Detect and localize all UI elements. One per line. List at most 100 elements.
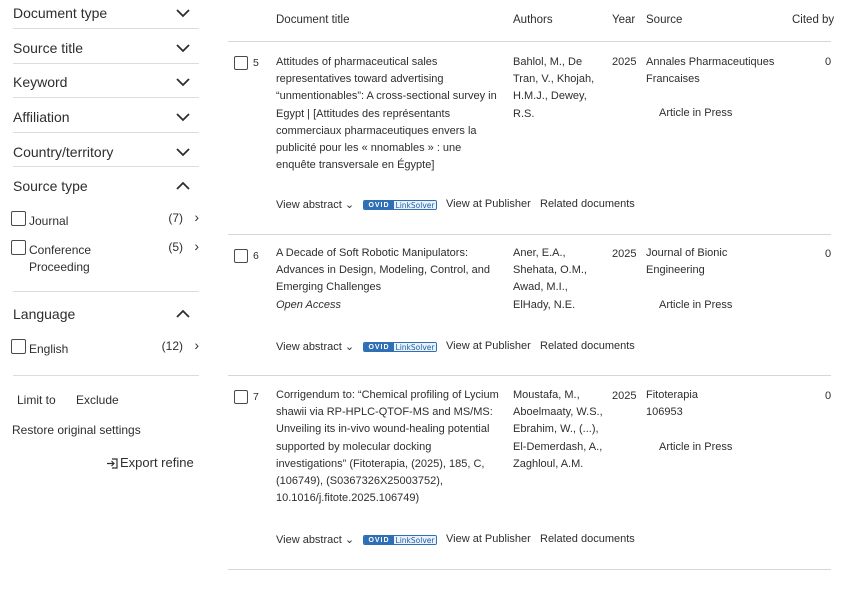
chevron-down-icon: ⌄: [344, 199, 355, 211]
chevron-down-icon: [175, 40, 191, 56]
source-title-link[interactable]: Journal of Bionic Engineering: [646, 245, 786, 279]
view-abstract-button[interactable]: View abstract ⌄: [276, 533, 354, 546]
chevron-up-icon: [175, 306, 191, 322]
chevron-up-icon: [175, 178, 191, 194]
divider: [13, 375, 199, 376]
ovid-logo: OVID: [364, 201, 394, 209]
result-checkbox[interactable]: [234, 56, 248, 70]
column-header-year[interactable]: Year: [612, 14, 635, 26]
table-row: 7 Corrigendum to: “Chemical profiling of…: [228, 375, 842, 570]
facet-label: Document type: [13, 5, 108, 21]
divider: [13, 63, 199, 64]
ovid-linksolver-button[interactable]: OVID LinkSolver: [363, 200, 437, 210]
source-title-link[interactable]: Fitoterapia 106953: [646, 387, 706, 421]
column-header-cited-by[interactable]: Cited by: [792, 14, 834, 26]
linksolver-label: LinkSolver: [394, 343, 436, 352]
result-checkbox[interactable]: [234, 390, 248, 404]
facet-label: Country/territory: [13, 144, 114, 160]
status-badge: Article in Press: [659, 441, 733, 453]
related-documents-link[interactable]: Related documents: [540, 533, 635, 545]
open-access-label: Open Access: [276, 299, 342, 311]
facet-country-territory[interactable]: Country/territory: [13, 135, 199, 169]
divider: [13, 291, 199, 292]
related-documents-link[interactable]: Related documents: [540, 340, 635, 352]
year: 2025: [612, 56, 637, 68]
facet-label: Affiliation: [13, 109, 70, 125]
year: 2025: [612, 248, 637, 260]
option-label: Conference Proceeding: [29, 243, 92, 274]
divider: [13, 28, 199, 29]
export-icon: [106, 457, 118, 469]
view-abstract-label: View abstract: [276, 199, 342, 211]
view-abstract-button[interactable]: View abstract ⌄: [276, 340, 354, 353]
facet-affiliation[interactable]: Affiliation: [13, 100, 199, 134]
cited-by-count[interactable]: 0: [825, 56, 831, 68]
related-documents-link[interactable]: Related documents: [540, 198, 635, 210]
document-title-link[interactable]: Attitudes of pharmaceutical sales repres…: [276, 54, 504, 174]
view-abstract-button[interactable]: View abstract ⌄: [276, 198, 354, 211]
chevron-right-icon[interactable]: ›: [194, 238, 199, 254]
option-count: (7): [168, 211, 183, 225]
document-title-link[interactable]: A Decade of Soft Robotic Manipulators: A…: [276, 245, 504, 297]
document-title-link[interactable]: Corrigendum to: “Chemical profiling of L…: [276, 387, 504, 507]
facet-language[interactable]: Language: [13, 297, 199, 331]
linksolver-label: LinkSolver: [394, 536, 436, 545]
chevron-down-icon: [175, 74, 191, 90]
ovid-linksolver-button[interactable]: OVID LinkSolver: [363, 535, 437, 545]
column-header-document-title[interactable]: Document title: [276, 14, 350, 26]
option-count: (5): [168, 240, 183, 254]
view-at-publisher-link[interactable]: View at Publisher: [446, 198, 531, 210]
result-number: 6: [253, 250, 259, 262]
authors[interactable]: Aner, E.A., Shehata, O.M., Awad, M.I., E…: [513, 245, 603, 314]
view-abstract-label: View abstract: [276, 341, 342, 353]
divider: [13, 166, 199, 167]
facet-source-type[interactable]: Source type: [13, 169, 199, 203]
result-actions: View abstract ⌄ OVID LinkSolver View at P…: [276, 533, 656, 549]
chevron-down-icon: ⌄: [344, 534, 355, 546]
facet-label: Keyword: [13, 74, 68, 90]
table-row: 5 Attitudes of pharmaceutical sales repr…: [228, 41, 842, 235]
option-count: (12): [161, 339, 183, 353]
limit-to-button[interactable]: Limit to: [17, 393, 56, 407]
cited-by-count[interactable]: 0: [825, 248, 831, 260]
result-number: 7: [253, 391, 259, 403]
chevron-right-icon[interactable]: ›: [194, 209, 199, 225]
facet-keyword[interactable]: Keyword: [13, 65, 199, 99]
option-label: English: [29, 342, 69, 356]
result-actions: View abstract ⌄ OVID LinkSolver View at P…: [276, 340, 656, 356]
column-header-source[interactable]: Source: [646, 14, 682, 26]
source-title-link[interactable]: Annales Pharmaceutiques Francaises: [646, 54, 786, 88]
column-header-authors[interactable]: Authors: [513, 14, 553, 26]
table-row: 6 A Decade of Soft Robotic Manipulators:…: [228, 234, 842, 376]
cited-by-count[interactable]: 0: [825, 390, 831, 402]
facet-label: Source type: [13, 178, 88, 194]
conference-proceeding-checkbox[interactable]: [11, 240, 26, 255]
facet-label: Language: [13, 306, 76, 322]
facet-label: Source title: [13, 40, 84, 56]
view-at-publisher-link[interactable]: View at Publisher: [446, 533, 531, 545]
export-refine-label: Export refine: [120, 455, 194, 470]
facet-source-title[interactable]: Source title: [13, 31, 199, 65]
chevron-right-icon[interactable]: ›: [194, 337, 199, 353]
chevron-down-icon: [175, 5, 191, 21]
result-checkbox[interactable]: [234, 249, 248, 263]
journal-checkbox[interactable]: [11, 211, 26, 226]
linksolver-label: LinkSolver: [394, 201, 436, 210]
facet-document-type[interactable]: Document type: [13, 0, 199, 30]
view-at-publisher-link[interactable]: View at Publisher: [446, 340, 531, 352]
exclude-button[interactable]: Exclude: [76, 393, 119, 407]
ovid-linksolver-button[interactable]: OVID LinkSolver: [363, 342, 437, 352]
restore-original-settings-link[interactable]: Restore original settings: [12, 423, 141, 437]
year: 2025: [612, 390, 637, 402]
authors[interactable]: Bahlol, M., De Tran, V., Khojah, H.M.J.,…: [513, 54, 603, 123]
authors[interactable]: Moustafa, M., Aboelmaaty, W.S., Ebrahim,…: [513, 387, 603, 473]
export-refine-button[interactable]: Export refine: [106, 455, 194, 470]
divider: [13, 132, 199, 133]
filter-option-conference-proceeding: Conference Proceeding (5) ›: [11, 238, 201, 276]
english-checkbox[interactable]: [11, 339, 26, 354]
result-number: 5: [253, 57, 259, 69]
chevron-down-icon: [175, 109, 191, 125]
view-abstract-label: View abstract: [276, 534, 342, 546]
chevron-down-icon: ⌄: [344, 341, 355, 353]
divider: [228, 569, 831, 570]
